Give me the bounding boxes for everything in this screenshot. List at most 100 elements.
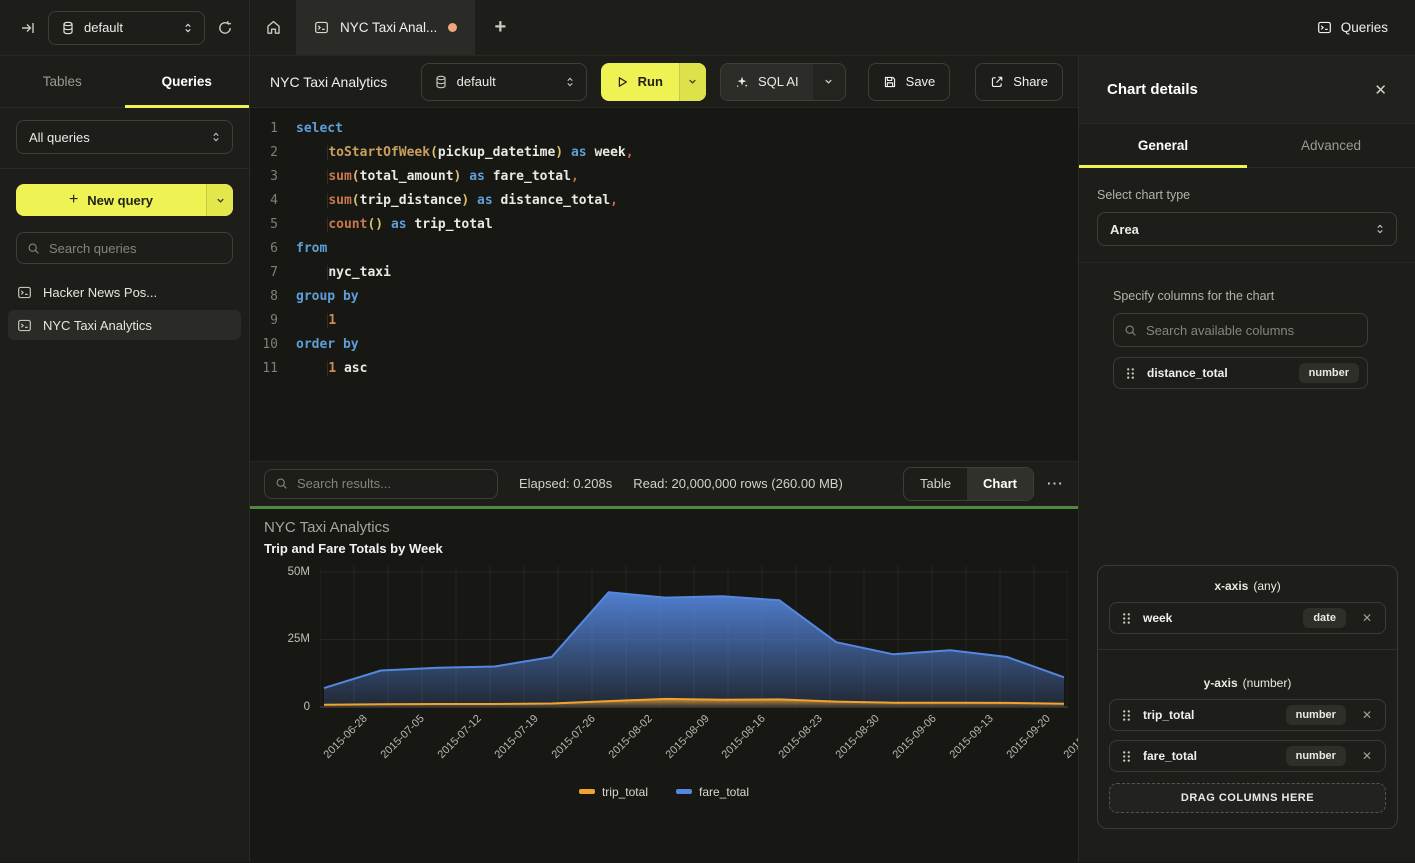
search-icon xyxy=(275,477,288,490)
column-row[interactable]: weekdate✕ xyxy=(1109,602,1386,634)
tab-advanced[interactable]: Advanced xyxy=(1247,124,1415,167)
line-number: 5 xyxy=(250,213,278,237)
save-button[interactable]: Save xyxy=(868,63,951,101)
column-type-badge: number xyxy=(1299,363,1359,383)
results-toolbar: Elapsed: 0.208s Read: 20,000,000 rows (2… xyxy=(250,461,1078,506)
tab-strip: NYC Taxi Anal... + xyxy=(250,0,525,55)
x-tick-label: 2015-08-16 xyxy=(720,712,768,760)
x-tick-label: 2015-07-26 xyxy=(549,712,597,760)
chart-type-section: Select chart type Area xyxy=(1079,168,1415,262)
view-table-button[interactable]: Table xyxy=(904,468,967,500)
query-icon xyxy=(17,285,32,300)
run-button[interactable]: Run xyxy=(601,63,706,101)
sql-ai-chevron[interactable] xyxy=(813,64,845,100)
search-columns-input[interactable] xyxy=(1146,323,1357,338)
code-line[interactable]: 5 count() as trip_total xyxy=(250,213,1078,237)
code-text: 1 xyxy=(296,309,336,333)
code-line[interactable]: 8group by xyxy=(250,285,1078,309)
sidebar-tabs: Tables Queries xyxy=(0,56,249,108)
refresh-icon[interactable] xyxy=(217,20,233,36)
tab-tables[interactable]: Tables xyxy=(0,56,125,107)
remove-column-icon[interactable]: ✕ xyxy=(1357,749,1377,763)
drag-handle-icon[interactable] xyxy=(1121,750,1132,763)
chart-details-tabs: General Advanced xyxy=(1079,124,1415,168)
new-query-dropdown-chevron[interactable] xyxy=(206,184,233,216)
code-text: order by xyxy=(296,333,359,357)
results-search xyxy=(264,469,498,499)
line-number: 11 xyxy=(250,357,278,381)
more-options-icon[interactable]: ⋯ xyxy=(1046,474,1064,494)
chart-details-title: Chart details xyxy=(1107,81,1198,98)
legend-label: trip_total xyxy=(602,785,648,799)
code-text: nyc_taxi xyxy=(296,261,391,285)
run-options-chevron[interactable] xyxy=(679,63,706,101)
line-number: 7 xyxy=(250,261,278,285)
x-tick-label: 2015-07-19 xyxy=(492,712,540,760)
column-name: week xyxy=(1143,611,1172,625)
search-queries-input[interactable] xyxy=(49,241,222,256)
column-row[interactable]: fare_total number ✕ xyxy=(1109,740,1386,772)
x-axis-section: x-axis(any) weekdate✕ xyxy=(1098,566,1397,649)
code-line[interactable]: 2 toStartOfWeek(pickup_datetime) as week… xyxy=(250,141,1078,165)
column-row[interactable]: distance_totalnumber xyxy=(1113,357,1368,389)
run-database-selector[interactable]: default xyxy=(421,63,587,101)
collapse-sidebar-icon[interactable] xyxy=(20,20,36,36)
column-name: trip_total xyxy=(1143,708,1194,722)
tab-nyc-taxi-analytics[interactable]: NYC Taxi Anal... xyxy=(296,0,475,55)
tab-label: NYC Taxi Anal... xyxy=(340,20,437,35)
query-icon xyxy=(17,318,32,333)
sql-ai-button[interactable]: SQL AI xyxy=(720,63,846,101)
code-line[interactable]: 10order by xyxy=(250,333,1078,357)
top-bar: default NYC Taxi Anal... + Queries xyxy=(0,0,1415,56)
tab-general[interactable]: General xyxy=(1079,124,1247,167)
legend-swatch xyxy=(579,789,595,794)
remove-column-icon[interactable]: ✕ xyxy=(1357,611,1377,625)
code-line[interactable]: 11 1 asc xyxy=(250,357,1078,381)
axis-config-box: x-axis(any) weekdate✕ y-axis(number) tri… xyxy=(1097,565,1398,829)
line-number: 1 xyxy=(250,117,278,141)
legend-item[interactable]: trip_total xyxy=(579,785,648,799)
close-icon[interactable]: ✕ xyxy=(1374,81,1387,99)
remove-column-icon[interactable]: ✕ xyxy=(1357,708,1377,722)
query-list-item[interactable]: Hacker News Pos... xyxy=(8,277,241,307)
code-text: sum(trip_distance) as distance_total, xyxy=(296,189,618,213)
home-icon[interactable] xyxy=(250,0,296,55)
unsaved-changes-dot xyxy=(448,23,457,32)
share-button[interactable]: Share xyxy=(975,63,1063,101)
legend-item[interactable]: fare_total xyxy=(676,785,749,799)
code-line[interactable]: 7 nyc_taxi xyxy=(250,261,1078,285)
new-tab-plus-icon[interactable]: + xyxy=(475,0,525,55)
code-line[interactable]: 4 sum(trip_distance) as distance_total, xyxy=(250,189,1078,213)
column-type-badge: number xyxy=(1286,746,1346,766)
search-results-input[interactable] xyxy=(297,476,487,491)
x-tick-label: 2015-09-13 xyxy=(948,712,996,760)
content: Tables Queries All queries + New query xyxy=(0,56,1415,862)
new-query-button[interactable]: + New query xyxy=(16,184,233,216)
drag-handle-icon[interactable] xyxy=(1121,612,1132,625)
drag-handle-icon[interactable] xyxy=(1121,709,1132,722)
code-line[interactable]: 3 sum(total_amount) as fare_total, xyxy=(250,165,1078,189)
x-axis-items: weekdate✕ xyxy=(1109,602,1386,634)
column-row[interactable]: trip_totalnumber✕ xyxy=(1109,699,1386,731)
query-list-item[interactable]: NYC Taxi Analytics xyxy=(8,310,241,340)
query-filter-select[interactable]: All queries xyxy=(16,120,233,154)
chart-legend: trip_total fare_total xyxy=(264,785,1064,799)
code-line[interactable]: 6from xyxy=(250,237,1078,261)
sparkle-icon xyxy=(735,75,749,89)
drop-zone[interactable]: DRAG COLUMNS HERE xyxy=(1109,783,1386,813)
query-item-label: Hacker News Pos... xyxy=(43,285,157,300)
chart-type-select[interactable]: Area xyxy=(1097,212,1397,246)
sql-editor[interactable]: 1select2 toStartOfWeek(pickup_datetime) … xyxy=(250,108,1078,461)
area-chart[interactable] xyxy=(320,566,1068,709)
share-label: Share xyxy=(1013,74,1048,89)
database-selector[interactable]: default xyxy=(48,11,205,45)
drag-handle-icon[interactable] xyxy=(1125,367,1136,380)
view-chart-button[interactable]: Chart xyxy=(967,468,1033,500)
queries-icon xyxy=(1317,20,1332,35)
share-icon xyxy=(990,75,1004,89)
code-line[interactable]: 1select xyxy=(250,117,1078,141)
topbar-queries-shortcut[interactable]: Queries xyxy=(1317,0,1415,55)
tab-queries[interactable]: Queries xyxy=(125,56,250,107)
column-name: fare_total xyxy=(1143,749,1197,763)
code-line[interactable]: 9 1 xyxy=(250,309,1078,333)
